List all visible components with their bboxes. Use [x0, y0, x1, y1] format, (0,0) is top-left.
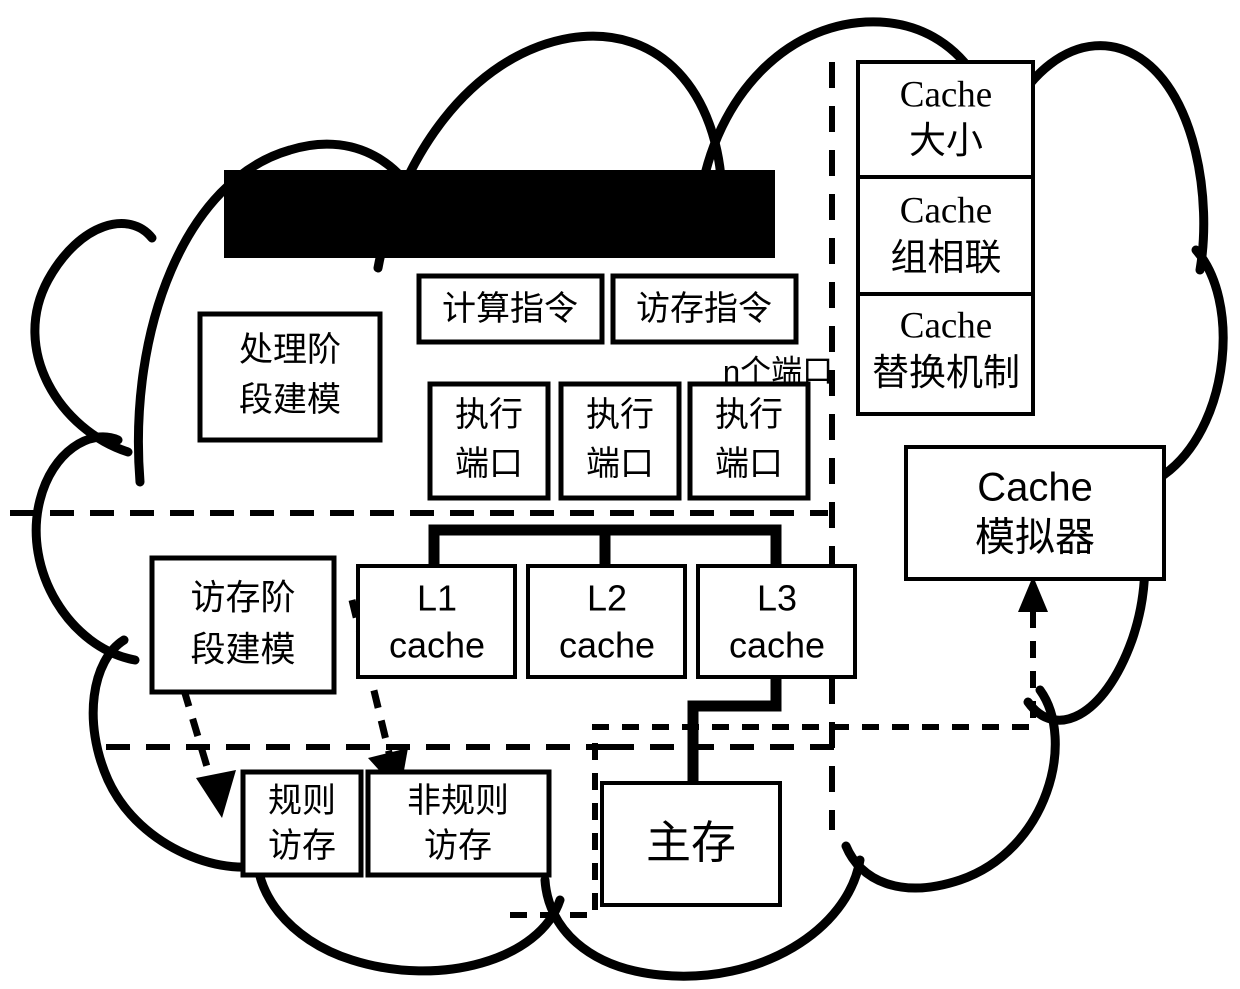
- cache-replace-line2: 替换机制: [872, 352, 1020, 393]
- cache-size-line2: 大小: [909, 120, 983, 161]
- irregular-access-line1: 非规则: [407, 782, 509, 820]
- stage-model-line2: 段建模: [239, 381, 341, 419]
- irregular-access-line2: 访存: [424, 827, 492, 865]
- mem-stage-line1: 访存阶: [190, 578, 295, 617]
- l3-cache-line1: L3: [757, 578, 797, 619]
- main-memory-label: 主存: [646, 817, 736, 868]
- l3-cache-box[interactable]: L3 cache: [696, 564, 857, 679]
- l3-cache-line2: cache: [729, 625, 825, 666]
- exec-port-2-line1: 执行: [586, 396, 654, 434]
- l2-cache-line1: L2: [587, 578, 627, 619]
- diagram-svg: 处理阶 段建模 计算指令 访存指令 n个端口 执行 端口 执行 端口 执行 端口…: [10, 17, 1228, 981]
- main-memory-box[interactable]: 主存: [600, 781, 782, 907]
- exec-port-1-line2: 端口: [455, 445, 523, 483]
- cache-simulator-line1: Cache: [977, 466, 1093, 510]
- feedback-arrowhead: [1018, 576, 1048, 612]
- mem-stage-line2: 段建模: [190, 630, 295, 669]
- cache-size-line1: Cache: [900, 74, 992, 115]
- memory-instruction-box[interactable]: 访存指令: [610, 273, 799, 345]
- regular-access-line2: 访存: [268, 827, 336, 865]
- exec-port-1-line1: 执行: [455, 396, 523, 434]
- cache-assoc-line2: 组相联: [891, 237, 1002, 278]
- diagram-canvas: 处理阶 段建模 计算指令 访存指令 n个端口 执行 端口 执行 端口 执行 端口…: [0, 0, 1240, 989]
- exec-port-box-2[interactable]: 执行 端口: [558, 381, 682, 501]
- stage-model-line1: 处理阶: [239, 331, 341, 369]
- cache-assoc-line1: Cache: [900, 190, 992, 231]
- mem-stage-model-box[interactable]: 访存阶 段建模: [149, 555, 337, 695]
- irregular-access-box[interactable]: 非规则 访存: [365, 769, 552, 878]
- cache-replace-line1: Cache: [900, 305, 992, 346]
- l2-cache-line2: cache: [559, 625, 655, 666]
- l2-cache-box[interactable]: L2 cache: [526, 564, 687, 679]
- exec-port-box-1[interactable]: 执行 端口: [427, 381, 551, 501]
- exec-port-2-line2: 端口: [586, 445, 654, 483]
- compute-instruction-box[interactable]: 计算指令: [416, 273, 605, 345]
- exec-port-3-line1: 执行: [715, 396, 783, 434]
- compute-instruction-label: 计算指令: [442, 290, 578, 328]
- l1-cache-line2: cache: [389, 625, 485, 666]
- regular-access-line1: 规则: [268, 782, 336, 820]
- memory-instruction-label: 访存指令: [636, 290, 772, 328]
- cache-simulator-line2: 模拟器: [975, 516, 1095, 560]
- stage-model-box[interactable]: 处理阶 段建模: [197, 311, 383, 443]
- regular-access-box[interactable]: 规则 访存: [240, 769, 364, 878]
- l1-cache-box[interactable]: L1 cache: [356, 564, 517, 679]
- exec-port-box-3[interactable]: 执行 端口: [687, 381, 811, 501]
- redacted-black-bar: [224, 170, 775, 258]
- exec-port-3-line2: 端口: [715, 445, 783, 483]
- l1-cache-line1: L1: [417, 578, 457, 619]
- arrowhead-regular-access: [196, 770, 236, 818]
- cache-simulator-box[interactable]: Cache 模拟器: [904, 445, 1166, 581]
